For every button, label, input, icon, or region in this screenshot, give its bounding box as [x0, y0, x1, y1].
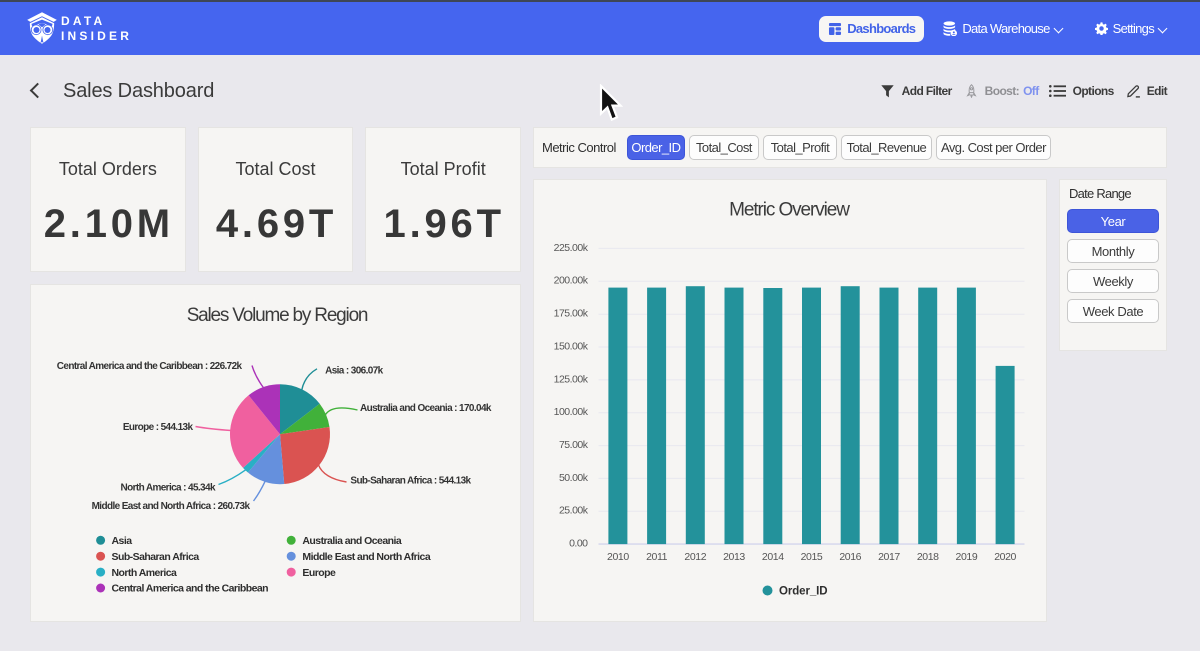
svg-text:100.00k: 100.00k: [554, 406, 589, 418]
svg-text:Asia: Asia: [112, 535, 133, 547]
svg-text:Sales Volume by Region: Sales Volume by Region: [187, 305, 368, 326]
svg-text:125.00k: 125.00k: [554, 373, 589, 385]
svg-text:2017: 2017: [878, 551, 900, 563]
svg-text:Middle East and North Africa :: Middle East and North Africa : 260.73k: [92, 501, 251, 512]
svg-text:Europe: Europe: [302, 567, 336, 579]
svg-text:2020: 2020: [994, 551, 1016, 563]
svg-text:225.00k: 225.00k: [554, 242, 589, 254]
svg-text:2014: 2014: [762, 551, 784, 563]
svg-text:2016: 2016: [839, 551, 861, 563]
svg-text:25.00k: 25.00k: [559, 505, 589, 517]
svg-text:175.00k: 175.00k: [554, 308, 589, 320]
svg-text:2013: 2013: [723, 551, 745, 563]
svg-text:150.00k: 150.00k: [554, 340, 589, 352]
svg-text:North America : 45.34k: North America : 45.34k: [121, 483, 216, 494]
svg-text:Central America and the Caribb: Central America and the Caribbean : 226.…: [57, 361, 243, 372]
svg-text:Middle East and North Africa: Middle East and North Africa: [302, 551, 430, 563]
svg-text:Order_ID: Order_ID: [779, 585, 827, 597]
svg-text:Australia and Oceania : 170.04: Australia and Oceania : 170.04k: [360, 403, 492, 414]
svg-text:2015: 2015: [801, 551, 823, 563]
svg-text:Metric Overview: Metric Overview: [729, 200, 850, 221]
svg-text:2019: 2019: [956, 551, 978, 563]
svg-text:2010: 2010: [607, 551, 629, 563]
svg-text:2011: 2011: [646, 551, 668, 563]
svg-text:200.00k: 200.00k: [554, 275, 589, 287]
svg-text:50.00k: 50.00k: [559, 472, 589, 484]
svg-text:Sub-Saharan Africa: Sub-Saharan Africa: [112, 551, 200, 563]
svg-text:Europe : 544.13k: Europe : 544.13k: [123, 422, 194, 433]
svg-text:2018: 2018: [917, 551, 939, 563]
svg-text:0.00: 0.00: [569, 538, 588, 550]
svg-text:75.00k: 75.00k: [559, 439, 589, 451]
svg-text:North America: North America: [112, 567, 178, 579]
svg-text:Central America and the Caribb: Central America and the Caribbean: [112, 583, 269, 595]
svg-text:Australia and Oceania: Australia and Oceania: [302, 535, 401, 547]
svg-text:Sub-Saharan Africa : 544.13k: Sub-Saharan Africa : 544.13k: [350, 476, 471, 487]
svg-text:2012: 2012: [684, 551, 706, 563]
svg-text:Asia : 306.07k: Asia : 306.07k: [325, 366, 384, 377]
